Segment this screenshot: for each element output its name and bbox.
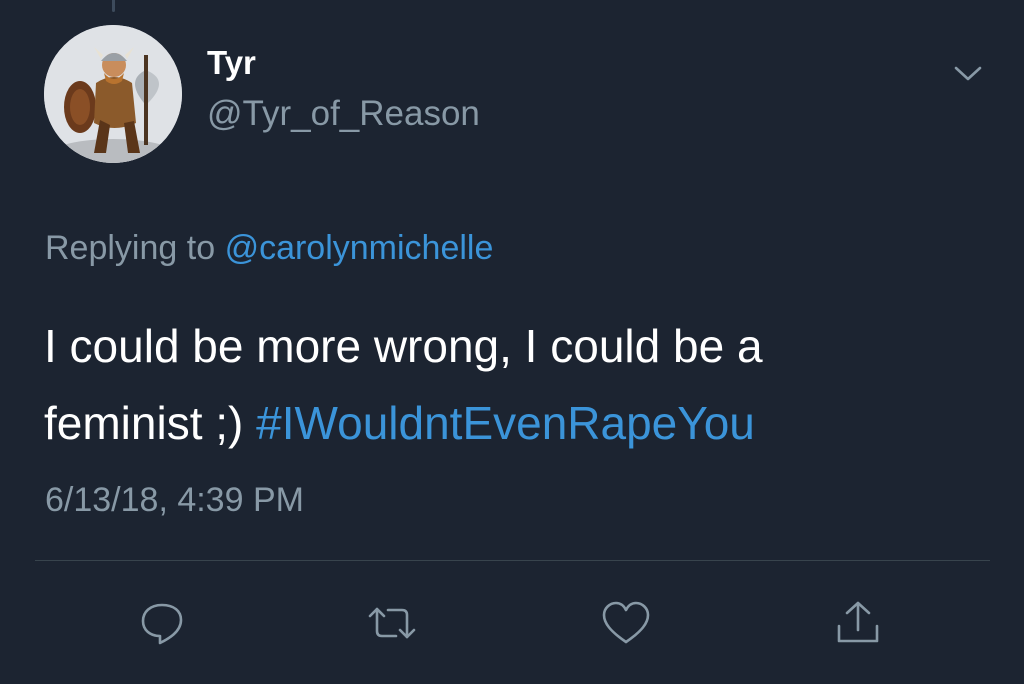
divider — [35, 560, 990, 561]
tweet-text-line-2-prefix: feminist ;) — [44, 397, 257, 449]
tweet-text-line-2: feminist ;) #IWouldntEvenRapeYou — [44, 385, 944, 462]
share-icon — [837, 601, 879, 643]
author-handle[interactable]: @Tyr_of_Reason — [207, 96, 480, 131]
retweet-button[interactable] — [364, 598, 420, 648]
reply-button[interactable] — [134, 598, 190, 648]
tweet-timestamp: 6/13/18, 4:39 PM — [45, 481, 304, 519]
viking-warrior-avatar-image — [44, 25, 182, 163]
more-options-button[interactable] — [948, 58, 988, 88]
hashtag-link[interactable]: #IWouldntEvenRapeYou — [256, 397, 755, 449]
avatar[interactable] — [44, 25, 182, 163]
replying-to-line: Replying to @carolynmichelle — [45, 231, 493, 265]
speech-bubble-icon — [141, 603, 183, 645]
like-button[interactable] — [598, 598, 654, 648]
thread-connector-line — [112, 0, 115, 12]
tweet-text-line-1: I could be more wrong, I could be a — [44, 320, 763, 372]
heart-icon — [602, 601, 650, 644]
retweet-icon — [368, 607, 416, 639]
tweet-text: I could be more wrong, I could be a femi… — [44, 308, 944, 462]
replying-to-label: Replying to — [45, 229, 216, 267]
share-button[interactable] — [830, 598, 886, 648]
author-display-name[interactable]: Tyr — [207, 46, 256, 79]
replying-to-mention-link[interactable]: @carolynmichelle — [225, 229, 494, 267]
chevron-down-icon — [954, 66, 982, 81]
